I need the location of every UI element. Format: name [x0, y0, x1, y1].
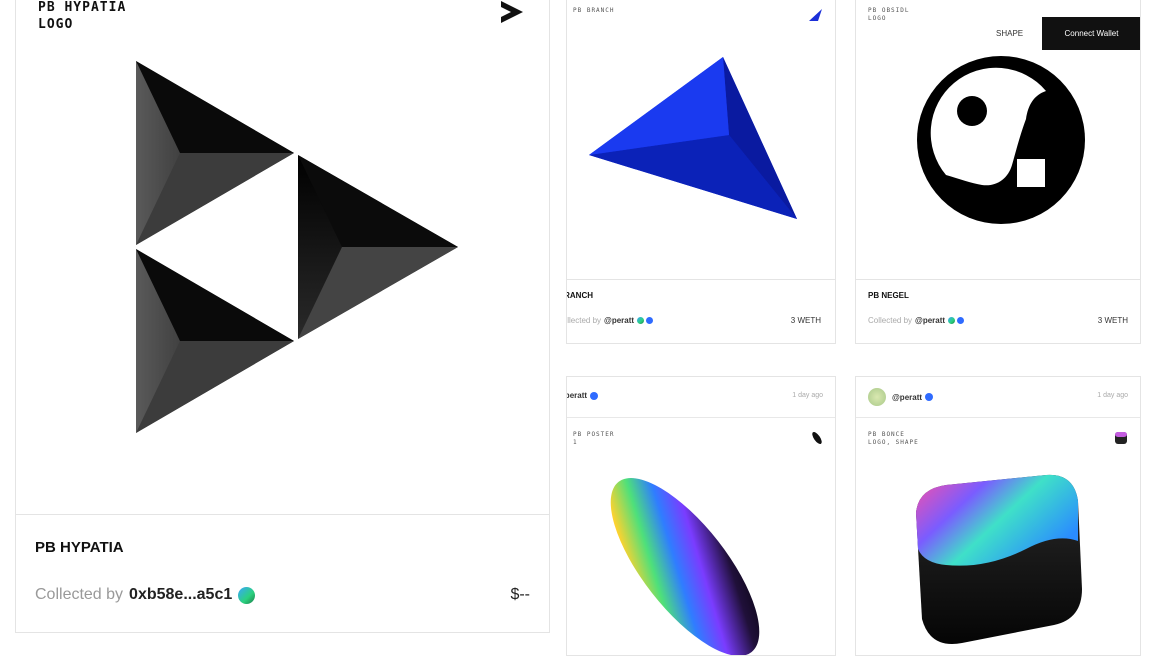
rainbow-cube-art — [916, 474, 1082, 644]
mini-ellipse-icon — [812, 432, 822, 444]
collector-avatar[interactable] — [637, 317, 645, 324]
collector-avatar[interactable] — [948, 317, 956, 324]
nft-card-pb-hypatia[interactable]: PB HYPATIA LOGO PB HYPATIA Collected by … — [15, 0, 550, 633]
nft-card-pb-poster[interactable]: @peratt 1 day ago PB POSTER 1 — [566, 376, 836, 656]
art-label: PB BONCE LOGO, SHAPE — [868, 431, 919, 447]
hypatia-logo-art — [136, 61, 458, 433]
card-title: PB NEGEL — [868, 291, 909, 300]
collected-by-row: Collected by 0xb58e...a5c1 — [35, 586, 256, 604]
card-header: @peratt 1 day ago — [567, 377, 835, 418]
art-label-line1: PB POSTER — [573, 431, 615, 438]
nft-card-pb-branch[interactable]: PB BRANCH PB BRANCH Collected by @peratt… — [566, 0, 836, 344]
art-label-line2: LOGO, SHAPE — [868, 439, 919, 446]
price: 3 WETH — [1097, 316, 1128, 325]
collected-prefix: Collected by — [868, 316, 913, 325]
post-time: 1 day ago — [792, 392, 823, 399]
verified-icon — [957, 317, 965, 324]
verified-icon — [925, 393, 934, 401]
art-label-line2: LOGO — [38, 17, 74, 32]
verified-icon — [646, 317, 654, 324]
rainbow-ellipse-art — [610, 478, 760, 655]
art-label-line2: LOGO — [868, 15, 887, 22]
art-label-line1: PB OBSIDL — [868, 7, 910, 14]
collector-link[interactable]: @peratt — [915, 316, 945, 325]
collected-prefix: Collected by — [567, 316, 602, 325]
mini-cube-icon — [1115, 432, 1127, 444]
art-label: PB OBSIDL LOGO — [868, 7, 910, 23]
post-time: 1 day ago — [1097, 392, 1128, 399]
art-label-line2: 1 — [573, 439, 578, 446]
card-header: @peratt 1 day ago — [856, 377, 1140, 418]
card-footer: PB BRANCH Collected by @peratt 3 WETH — [567, 279, 835, 343]
poster-avatar[interactable] — [868, 388, 886, 406]
nav-link-shape[interactable]: SHAPE — [996, 29, 1023, 38]
price: $-- — [510, 586, 530, 603]
connect-wallet-button[interactable]: Connect Wallet — [1042, 17, 1140, 50]
art-label: PB HYPATIA LOGO — [38, 0, 126, 33]
hypatia-mini-logo-icon — [501, 1, 523, 23]
price: 3 WETH — [790, 316, 821, 325]
collector-link[interactable]: @peratt — [604, 316, 634, 325]
collector-link[interactable]: 0xb58e...a5c1 — [129, 586, 232, 604]
verified-icon — [590, 391, 599, 400]
art-label: PB BRANCH — [573, 7, 615, 14]
blue-pyramid-art — [589, 57, 797, 219]
yin-yang-art — [917, 56, 1085, 224]
poster-row: @peratt — [868, 388, 934, 406]
collected-by-row: Collected by @peratt — [567, 316, 654, 325]
collector-avatar[interactable] — [238, 586, 256, 604]
poster-row: @peratt — [567, 391, 599, 400]
blue-mini-icon — [809, 9, 822, 21]
card-title: PB BRANCH — [567, 291, 593, 300]
card-title: PB HYPATIA — [35, 539, 124, 556]
art-label: PB POSTER 1 — [573, 431, 615, 447]
art-label-line1: PB BONCE — [868, 431, 905, 438]
nft-card-pb-bonce[interactable]: @peratt 1 day ago PB BONCE LOGO, SHAPE — [855, 376, 1141, 656]
art-label-line1: PB HYPATIA — [38, 0, 127, 15]
collected-prefix: Collected by — [35, 586, 124, 603]
collected-by-row: Collected by @peratt — [868, 316, 965, 325]
poster-link[interactable]: @peratt — [567, 391, 587, 400]
poster-link[interactable]: @peratt — [892, 393, 922, 402]
nft-card-pb-negel[interactable]: PB OBSIDL LOGO SHAPE Connect Wallet PB N… — [855, 0, 1141, 344]
card-footer: PB NEGEL Collected by @peratt 3 WETH — [856, 279, 1140, 343]
card-footer: PB HYPATIA Collected by 0xb58e...a5c1 $-… — [16, 514, 549, 632]
